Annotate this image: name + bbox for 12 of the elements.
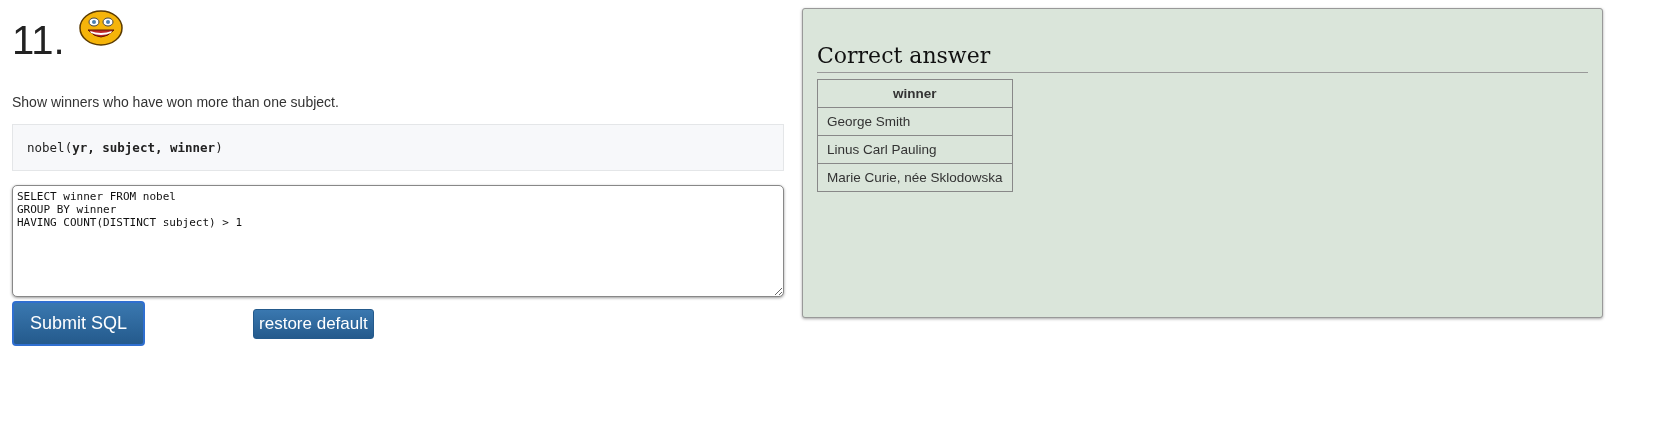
table-cell: George Smith xyxy=(817,107,1013,136)
table-cell: Marie Curie, née Sklodowska xyxy=(817,163,1013,192)
sql-editor[interactable]: SELECT winner FROM nobel GROUP BY winner HAVING COUNT(DISTINCT subject) > 1 xyxy=(12,185,784,297)
column-header: winner xyxy=(817,79,1013,108)
submit-button[interactable]: Submit SQL xyxy=(12,301,146,346)
question-number: 11. xyxy=(12,20,65,60)
answer-title: Correct answer xyxy=(817,43,1588,73)
smiley-icon xyxy=(78,10,123,46)
question-text: Show winners who have won more than one subject. xyxy=(12,94,340,110)
table-schema: nobel(yr, subject, winner) xyxy=(12,124,784,171)
table-cell: Linus Carl Pauling xyxy=(817,135,1013,164)
restore-button[interactable]: restore default xyxy=(253,308,374,339)
